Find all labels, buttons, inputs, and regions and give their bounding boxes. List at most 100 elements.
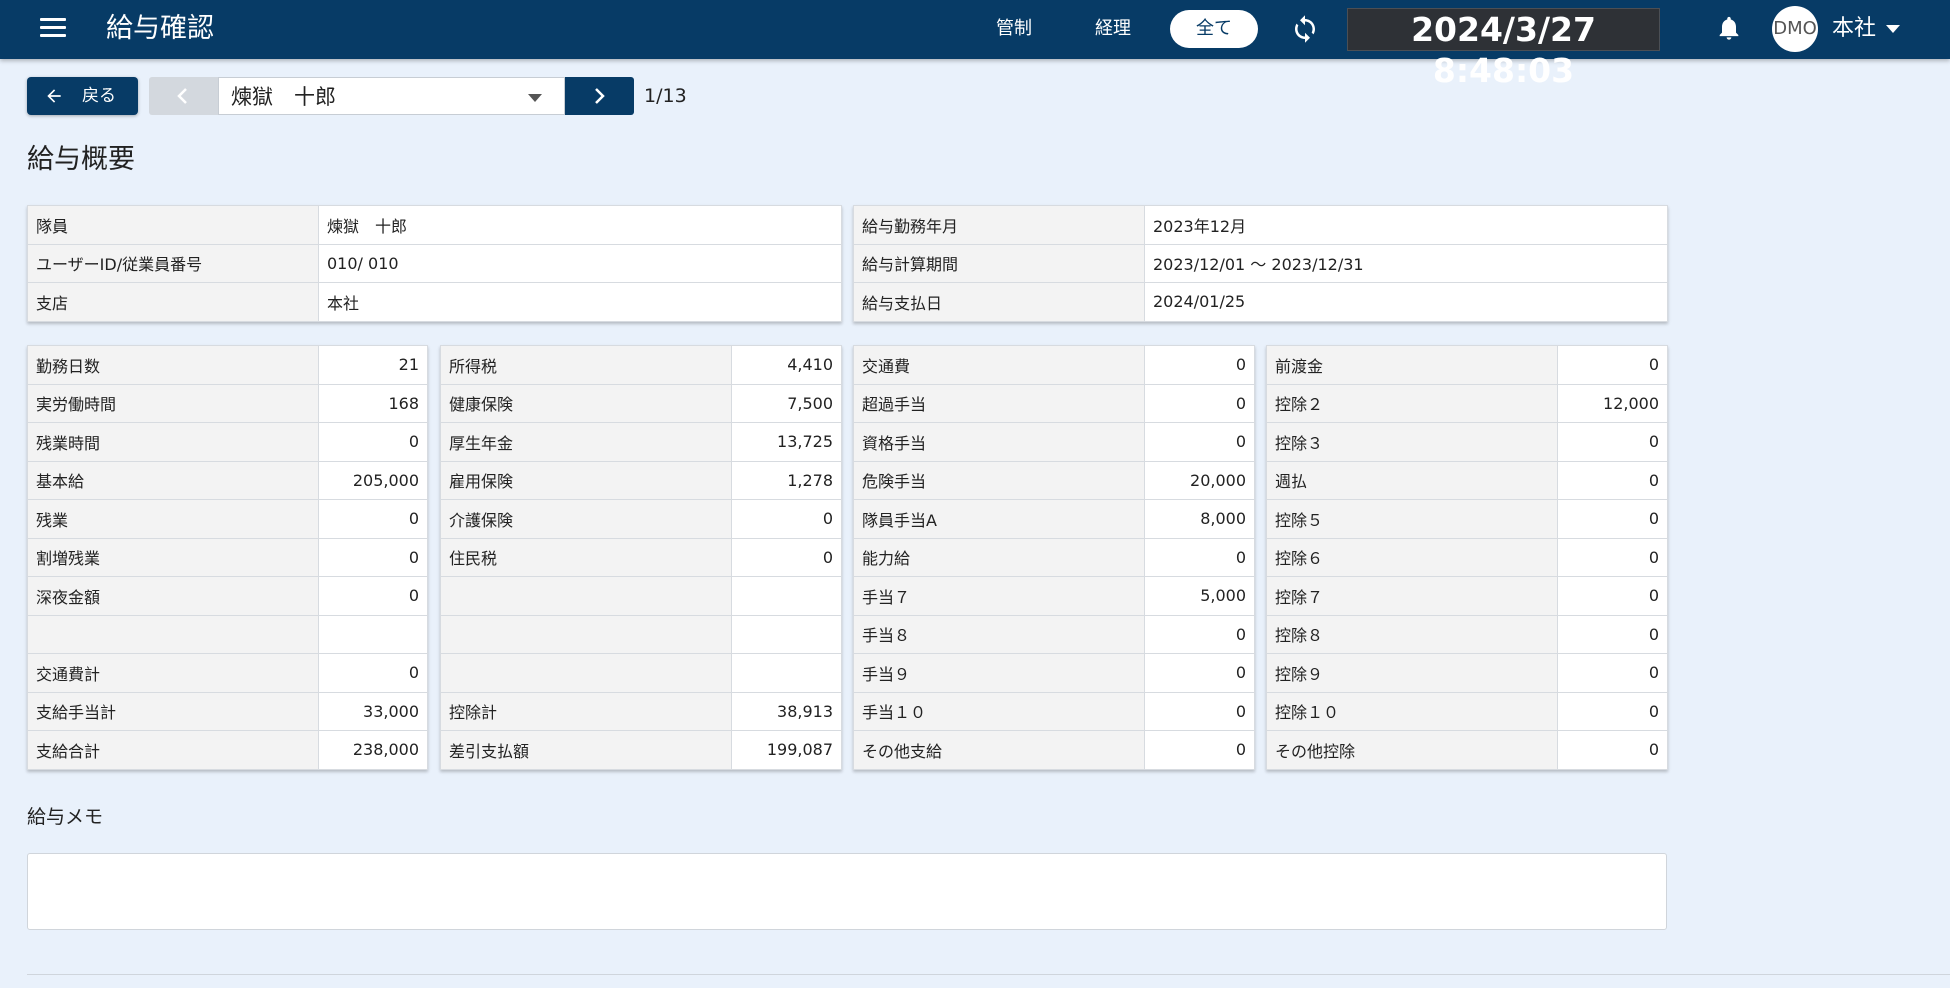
payroll-value	[318, 614, 428, 654]
payroll-value: 0	[731, 537, 842, 577]
table-row: 控除１０ 0	[1266, 691, 1668, 731]
memo-field[interactable]	[27, 853, 1667, 930]
payroll-value: 0	[1557, 460, 1668, 500]
payroll-value: 0	[1557, 345, 1668, 385]
payroll-label: 手当８	[853, 614, 1145, 654]
payroll-label: 厚生年金	[440, 422, 732, 462]
payroll-label: その他控除	[1266, 730, 1558, 770]
payroll-value: 168	[318, 383, 428, 423]
table-row: 所得税 4,410	[440, 345, 842, 385]
payroll-value: 0	[731, 499, 842, 539]
payroll-value: 12,000	[1557, 383, 1668, 423]
payroll-label: 控除８	[1266, 614, 1558, 654]
payroll-label	[440, 653, 732, 693]
caret-down-icon	[528, 94, 542, 102]
table-row: 深夜金額 0	[27, 576, 428, 616]
payroll-label: 所得税	[440, 345, 732, 385]
info-label: 給与勤務年月	[853, 205, 1145, 245]
table-row: 前渡金 0	[1266, 345, 1668, 385]
payroll-value: 0	[318, 653, 428, 693]
table-row: 控除２ 12,000	[1266, 383, 1668, 423]
payroll-value: 0	[1144, 614, 1255, 654]
table-row: 支給手当計 33,000	[27, 691, 428, 731]
payroll-label: その他支給	[853, 730, 1145, 770]
payroll-value: 0	[1557, 691, 1668, 731]
payroll-label: 手当９	[853, 653, 1145, 693]
payroll-value: 0	[1144, 422, 1255, 462]
memo-label: 給与メモ	[27, 806, 104, 828]
table-row: 実労働時間 168	[27, 383, 428, 423]
payroll-label: 手当１０	[853, 691, 1145, 731]
table-row: 週払 0	[1266, 460, 1668, 500]
payroll-label: 隊員手当A	[853, 499, 1145, 539]
payroll-value: 38,913	[731, 691, 842, 731]
table-row: 差引支払額 199,087	[440, 730, 842, 770]
payroll-value: 0	[318, 499, 428, 539]
table-row: その他控除 0	[1266, 730, 1668, 770]
table-row: 雇用保険 1,278	[440, 460, 842, 500]
payroll-value: 4,410	[731, 345, 842, 385]
bell-icon[interactable]	[1715, 13, 1743, 43]
payroll-value: 0	[1557, 576, 1668, 616]
payroll-label: 交通費計	[27, 653, 319, 693]
user-name: 本社	[1832, 16, 1877, 41]
table-row: 超過手当 0	[853, 383, 1255, 423]
payroll-period-table: 給与勤務年月 2023年12月 給与計算期間 2023/12/01 ～ 2023…	[853, 205, 1668, 322]
nav-link-all[interactable]: 全て	[1170, 10, 1258, 48]
payroll-label: 支給手当計	[27, 691, 319, 731]
nav-link-accounting[interactable]: 経理	[1095, 16, 1131, 42]
table-row: 手当７ 5,000	[853, 576, 1255, 616]
table-row: 交通費計 0	[27, 653, 428, 693]
chevron-left-icon	[177, 88, 187, 104]
payroll-value: 0	[1557, 614, 1668, 654]
payroll-value: 13,725	[731, 422, 842, 462]
payroll-label: 超過手当	[853, 383, 1145, 423]
payroll-label: 控除５	[1266, 499, 1558, 539]
table-row: 基本給 205,000	[27, 460, 428, 500]
payroll-value: 0	[1144, 653, 1255, 693]
divider	[27, 974, 1950, 975]
payroll-value	[731, 653, 842, 693]
datetime-display: 2024/3/27 8:48:03	[1347, 8, 1660, 90]
table-row: 残業時間 0	[27, 422, 428, 462]
payroll-label: 手当７	[853, 576, 1145, 616]
prev-employee-button[interactable]	[149, 77, 218, 115]
sync-icon[interactable]	[1290, 14, 1320, 44]
table-row: 控除３ 0	[1266, 422, 1668, 462]
payroll-value: 0	[318, 576, 428, 616]
table-row: 勤務日数 21	[27, 345, 428, 385]
payroll-label: 交通費	[853, 345, 1145, 385]
payroll-value: 1,278	[731, 460, 842, 500]
payroll-label	[27, 614, 319, 654]
back-button[interactable]: 戻る	[27, 77, 138, 115]
page-title: 給与確認	[106, 13, 214, 44]
payroll-table-deductions: 所得税 4,410 健康保険 7,500 厚生年金 13,725 雇用保険 1,278 介護保険…	[440, 345, 842, 770]
table-row: 支給合計 238,000	[27, 730, 428, 770]
payroll-value: 21	[318, 345, 428, 385]
payroll-label: 控除２	[1266, 383, 1558, 423]
table-row: 給与支払日 2024/01/25	[853, 282, 1668, 322]
menu-icon[interactable]	[40, 18, 66, 40]
next-employee-button[interactable]	[565, 77, 634, 115]
payroll-label: 健康保険	[440, 383, 732, 423]
payroll-value: 0	[1144, 383, 1255, 423]
table-row: 控除９ 0	[1266, 653, 1668, 693]
user-menu[interactable]: 本社	[1832, 14, 1901, 44]
avatar[interactable]: DMO	[1772, 6, 1818, 52]
table-row: 健康保険 7,500	[440, 383, 842, 423]
payroll-table-earnings: 勤務日数 21 実労働時間 168 残業時間 0 基本給 205,000 残業 0 割増残業 0 深夜金…	[27, 345, 428, 770]
payroll-value: 0	[1144, 345, 1255, 385]
section-title: 給与概要	[27, 144, 135, 175]
payroll-label: 週払	[1266, 460, 1558, 500]
table-row: 給与計算期間 2023/12/01 ～ 2023/12/31	[853, 243, 1668, 283]
payroll-value: 0	[1557, 499, 1668, 539]
payroll-label	[440, 576, 732, 616]
nav-link-control[interactable]: 管制	[996, 16, 1032, 42]
table-row: 控除５ 0	[1266, 499, 1668, 539]
employee-select[interactable]: 煉獄 十郎	[218, 77, 565, 115]
table-row: 割増残業 0	[27, 537, 428, 577]
table-row	[440, 653, 842, 693]
payroll-value: 20,000	[1144, 460, 1255, 500]
payroll-label: 危険手当	[853, 460, 1145, 500]
payroll-value: 205,000	[318, 460, 428, 500]
